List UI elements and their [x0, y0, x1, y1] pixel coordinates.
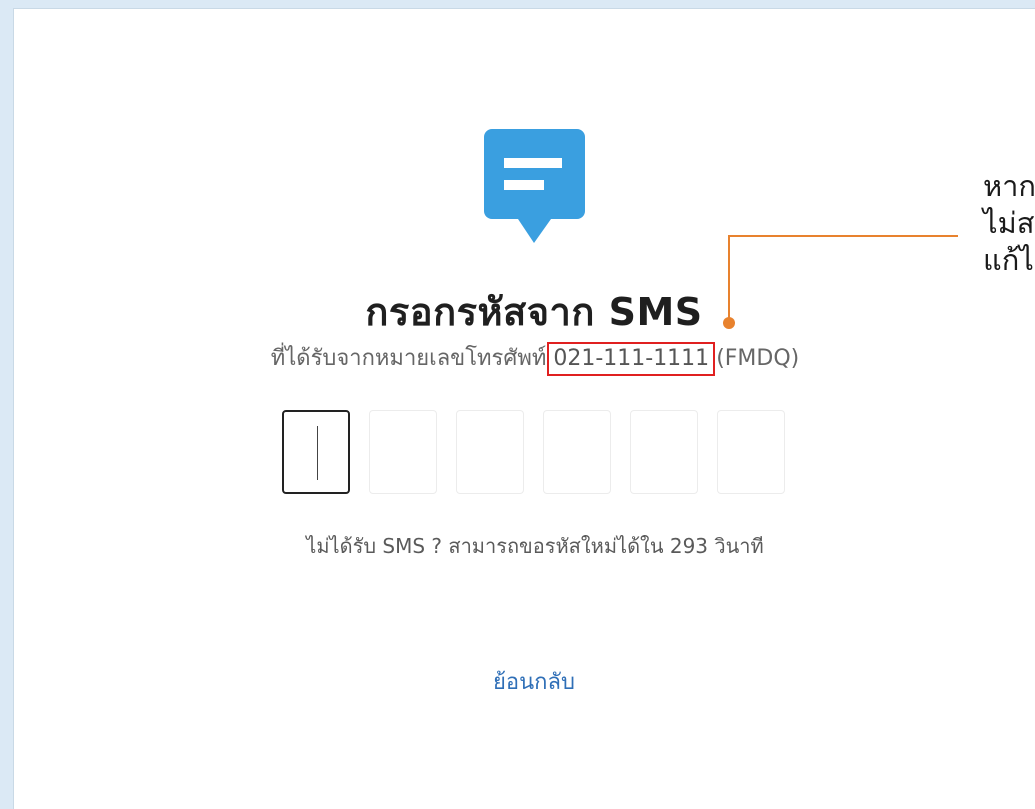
reference-code: (FMDQ) [716, 346, 800, 371]
page-title: กรอกรหัสจาก SMS [365, 290, 703, 334]
text-caret [317, 426, 318, 480]
otp-digit-3[interactable] [456, 410, 524, 494]
phone-instruction: ที่ได้รับจากหมายเลขโทรศัพท์ 021-111-1111(… [215, 340, 855, 376]
annotation-line-1: หาก [983, 169, 1035, 203]
otp-digit-4[interactable] [543, 410, 611, 494]
annotation-note: หาก ไม่ส แก้ไ [983, 168, 1035, 279]
subtitle-prefix: ที่ได้รับจากหมายเลขโทรศัพท์ [270, 346, 547, 371]
otp-input-group [282, 410, 804, 494]
phone-number: 021-111-1111 [547, 342, 716, 376]
annotation-line-2: ไม่ส [983, 206, 1035, 240]
otp-digit-6[interactable] [717, 410, 785, 494]
message-bubble-icon [484, 129, 585, 243]
annotation-line-3: แก้ไ [983, 243, 1034, 277]
otp-digit-1[interactable] [282, 410, 350, 494]
otp-digit-2[interactable] [369, 410, 437, 494]
otp-digit-5[interactable] [630, 410, 698, 494]
resend-countdown: ไม่ได้รับ SMS ? สามารถขอรหัสใหม่ได้ใน 29… [306, 534, 764, 558]
back-link[interactable]: ย้อนกลับ [434, 664, 634, 699]
